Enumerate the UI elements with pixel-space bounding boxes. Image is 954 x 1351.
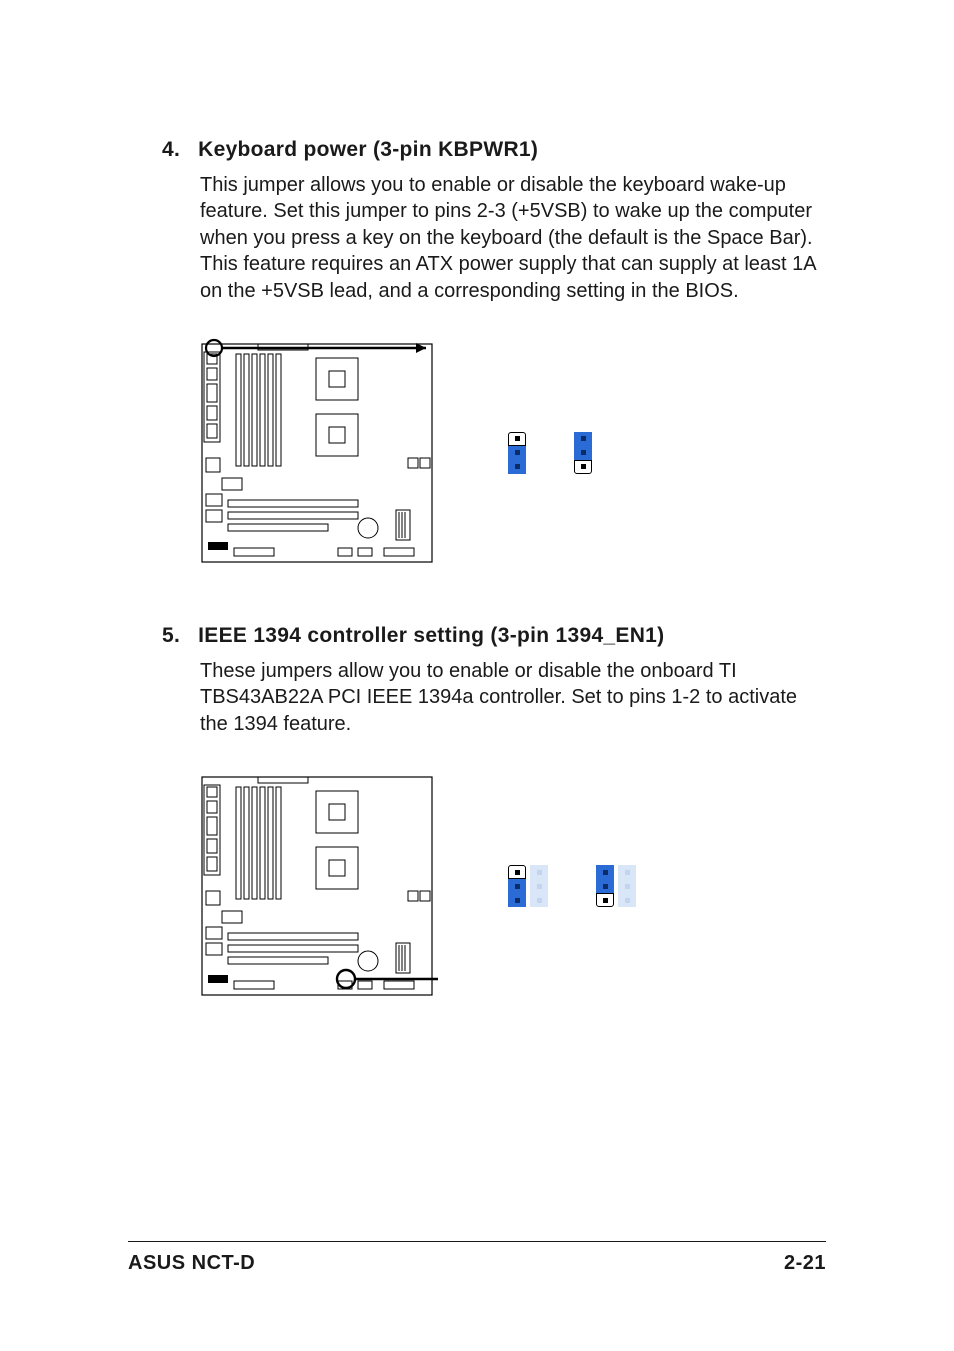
section-number: 5. (162, 624, 180, 648)
jumper-diagrams (508, 865, 638, 907)
page-footer: ASUS NCT-D 2-21 (128, 1241, 826, 1275)
jumper-option-1 (508, 865, 550, 907)
diagram-kbpwr (198, 338, 826, 568)
section-body: These jumpers allow you to enable or dis… (200, 658, 826, 737)
section-number: 4. (162, 138, 180, 162)
section-title: Keyboard power (3-pin KBPWR1) (198, 138, 538, 162)
section-body: This jumper allows you to enable or disa… (200, 172, 826, 304)
footer-left: ASUS NCT-D (128, 1252, 255, 1275)
jumper-option-2 (574, 432, 594, 474)
motherboard-diagram (198, 338, 438, 568)
jumper-diagrams (508, 432, 594, 474)
footer-right: 2-21 (784, 1252, 826, 1275)
jumper-option-1 (508, 432, 528, 474)
motherboard-diagram (198, 771, 438, 1001)
section-title: IEEE 1394 controller setting (3-pin 1394… (198, 624, 664, 648)
diagram-1394 (198, 771, 826, 1001)
jumper-option-2 (596, 865, 638, 907)
